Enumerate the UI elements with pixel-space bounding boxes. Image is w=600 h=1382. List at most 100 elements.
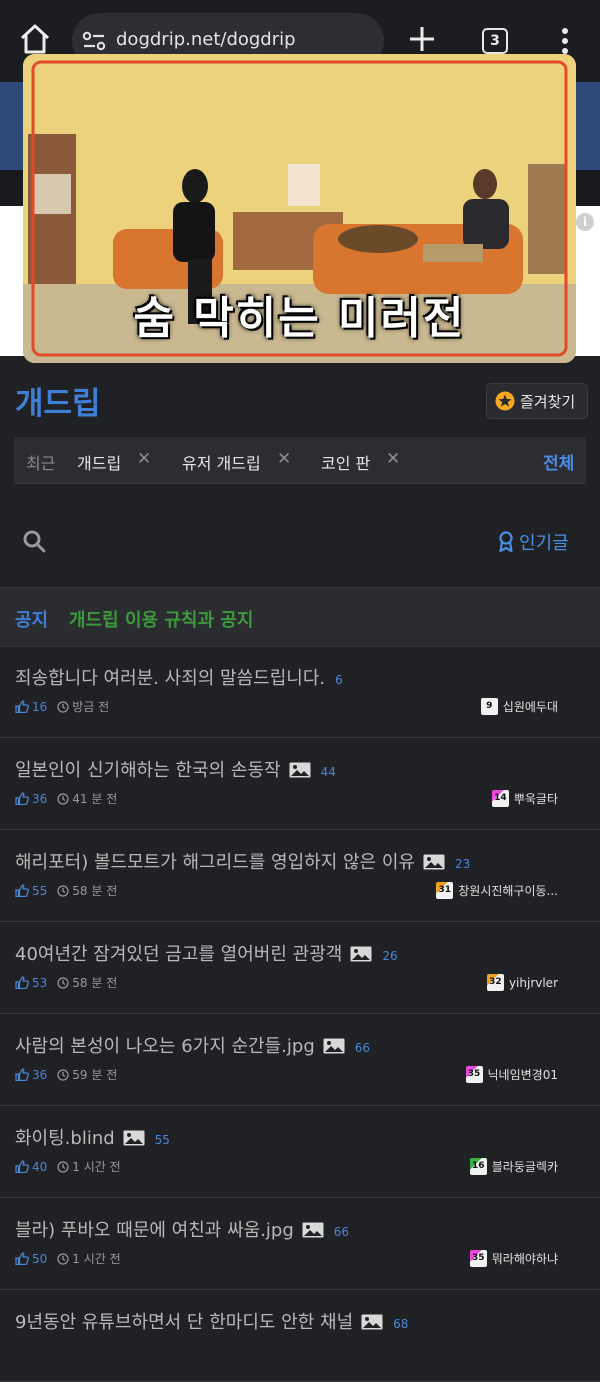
image-icon [361, 1314, 383, 1330]
level-badge-icon: 16 [469, 1158, 487, 1175]
author-name: 뿌욱글타 [513, 792, 558, 806]
more-menu-icon[interactable] [555, 26, 575, 56]
post-row[interactable]: 일본인이 신기해하는 한국의 손동작 44 36 41 분 전 14 뿌욱글타 [0, 738, 600, 830]
like-count: 16 [32, 700, 48, 714]
post-title-text: 사람의 본성이 나오는 6가지 순간들.jpg [15, 1036, 315, 1057]
clock-icon [57, 1253, 69, 1265]
comment-count: 6 [335, 673, 343, 687]
post-author[interactable]: 9 십원에두대 [480, 698, 558, 715]
like-count: 36 [32, 792, 48, 806]
post-time: 58 분 전 [72, 976, 118, 990]
post-title[interactable]: 9년동안 유튜브하면서 단 한마디도 안한 채널 68 [15, 1308, 408, 1334]
like-count: 53 [32, 976, 48, 990]
board-title[interactable]: 개드립 [15, 378, 101, 423]
comment-count: 55 [154, 1133, 170, 1147]
remove-recent-icon[interactable]: ✕ [386, 449, 400, 469]
clock-icon [57, 1069, 69, 1081]
post-title[interactable]: 사람의 본성이 나오는 6가지 순간들.jpg 66 [15, 1032, 370, 1058]
post-row[interactable]: 9년동안 유튜브하면서 단 한마디도 안한 채널 68 [0, 1290, 600, 1382]
notice-row[interactable]: 공지 개드립 이용 규칙과 공지 [0, 587, 600, 647]
popular-posts-link[interactable]: 인기글 [519, 529, 569, 555]
post-author[interactable]: 35 닉네임변경01 [465, 1066, 558, 1083]
post-title-text: 화이팅.blind [15, 1128, 115, 1149]
recent-board-item[interactable]: 유저 개드립 [182, 450, 261, 474]
post-title[interactable]: 해리포터) 볼드모트가 해그리드를 영입하지 않은 이유 23 [15, 848, 470, 874]
url-text[interactable]: dogdrip.net/dogdrip [116, 29, 296, 50]
tab-switcher-button[interactable]: 3 [482, 28, 508, 54]
level-badge-icon: 31 [436, 882, 454, 899]
post-title[interactable]: 40여년간 잠겨있던 금고를 열어버린 관광객 26 [15, 940, 398, 966]
level-number: 9 [486, 701, 493, 711]
remove-recent-icon[interactable]: ✕ [137, 449, 151, 469]
recent-all-link[interactable]: 전체 [543, 449, 574, 474]
thumbs-up-icon [15, 792, 29, 805]
comment-count: 66 [354, 1041, 371, 1055]
comment-count: 68 [393, 1317, 409, 1331]
level-number: 31 [438, 885, 451, 895]
award-icon[interactable] [498, 531, 514, 553]
post-author[interactable]: 16 블라둥글렉카 [469, 1158, 558, 1175]
post-row[interactable]: 사람의 본성이 나오는 6가지 순간들.jpg 66 36 59 분 전 35 닉네임변경… [0, 1014, 600, 1106]
post-row[interactable]: 죄송합니다 여러분. 사죄의 말씀드립니다. 6 16 방금 전 9 십원에두대 [0, 646, 600, 738]
ad-info-icon[interactable]: i [576, 213, 594, 231]
author-name: 블라둥글렉카 [491, 1160, 558, 1174]
like-count: 50 [32, 1252, 48, 1266]
like-count: 55 [32, 884, 48, 898]
post-author[interactable]: 32 yihjrvler [486, 974, 558, 991]
recent-board-item[interactable]: 개드립 [77, 450, 121, 474]
floating-video-player[interactable]: 숨 막히는 미러전 [23, 54, 576, 363]
post-list: 죄송합니다 여러분. 사죄의 말씀드립니다. 6 16 방금 전 9 십원에두대일본인이 … [0, 646, 600, 1382]
post-title-text: 40여년간 잠겨있던 금고를 열어버린 관광객 [15, 944, 343, 965]
recent-boards-bar: 최근 개드립 ✕ 유저 개드립 ✕ 코인 판 ✕ 전체 [14, 437, 586, 484]
post-meta: 40 1 시간 전 [15, 1158, 121, 1175]
post-title[interactable]: 일본인이 신기해하는 한국의 손동작 44 [15, 756, 336, 782]
level-number: 16 [471, 1161, 485, 1171]
level-badge-icon: 35 [469, 1250, 487, 1267]
level-badge-icon: 35 [465, 1066, 483, 1083]
post-row[interactable]: 해리포터) 볼드모트가 해그리드를 영입하지 않은 이유 23 55 58 분 전 31… [0, 830, 600, 922]
post-title-text: 일본인이 신기해하는 한국의 손동작 [15, 760, 281, 781]
post-meta: 36 59 분 전 [15, 1066, 117, 1083]
post-title-text: 죄송합니다 여러분. 사죄의 말씀드립니다. [15, 668, 326, 689]
remove-recent-icon[interactable]: ✕ [277, 449, 291, 469]
comment-count: 23 [454, 857, 471, 871]
post-title[interactable]: 죄송합니다 여러분. 사죄의 말씀드립니다. 6 [15, 664, 343, 690]
post-meta: 50 1 시간 전 [15, 1250, 121, 1267]
post-title-text: 블라) 푸바오 때문에 여친과 싸움.jpg [15, 1220, 294, 1241]
comment-count: 44 [320, 765, 336, 779]
post-row[interactable]: 블라) 푸바오 때문에 여친과 싸움.jpg 66 50 1 시간 전 35 뭐라해야하냐 [0, 1198, 600, 1290]
post-author[interactable]: 35 뭐라해야하냐 [469, 1250, 558, 1267]
author-name: 창원시진해구이동... [458, 884, 558, 898]
comment-count: 66 [333, 1225, 350, 1239]
post-time: 59 분 전 [72, 1068, 118, 1082]
author-name: 십원에두대 [502, 700, 558, 714]
post-row[interactable]: 화이팅.blind 55 40 1 시간 전 16 블라둥글렉카 [0, 1106, 600, 1198]
thumbs-up-icon [15, 1068, 29, 1081]
recent-board-item[interactable]: 코인 판 [321, 450, 370, 474]
post-meta: 53 58 분 전 [15, 974, 117, 991]
clock-icon [57, 1161, 69, 1173]
new-tab-icon[interactable] [407, 24, 437, 54]
search-icon[interactable] [22, 529, 46, 553]
favorite-button[interactable]: 즐겨찾기 [486, 383, 588, 419]
post-title[interactable]: 화이팅.blind 55 [15, 1124, 170, 1150]
image-icon [123, 1130, 145, 1146]
site-settings-icon[interactable] [82, 31, 106, 51]
image-icon [323, 1038, 345, 1054]
notice-title[interactable]: 개드립 이용 규칙과 공지 [69, 606, 253, 632]
home-icon[interactable] [18, 22, 52, 56]
post-author[interactable]: 14 뿌욱글타 [491, 790, 558, 807]
post-title[interactable]: 블라) 푸바오 때문에 여친과 싸움.jpg 66 [15, 1216, 349, 1242]
author-name: 닉네임변경01 [487, 1068, 558, 1082]
author-name: yihjrvler [508, 976, 558, 990]
level-number: 35 [471, 1253, 485, 1263]
thumbs-up-icon [15, 700, 29, 713]
image-icon [423, 854, 445, 870]
post-time: 방금 전 [72, 700, 110, 714]
post-author[interactable]: 31 창원시진해구이동... [436, 882, 558, 899]
star-icon [495, 391, 515, 411]
post-row[interactable]: 40여년간 잠겨있던 금고를 열어버린 관광객 26 53 58 분 전 32 yihjr… [0, 922, 600, 1014]
level-number: 35 [467, 1069, 481, 1079]
post-title-text: 해리포터) 볼드모트가 해그리드를 영입하지 않은 이유 [15, 852, 415, 873]
thumbs-up-icon [15, 1252, 29, 1265]
